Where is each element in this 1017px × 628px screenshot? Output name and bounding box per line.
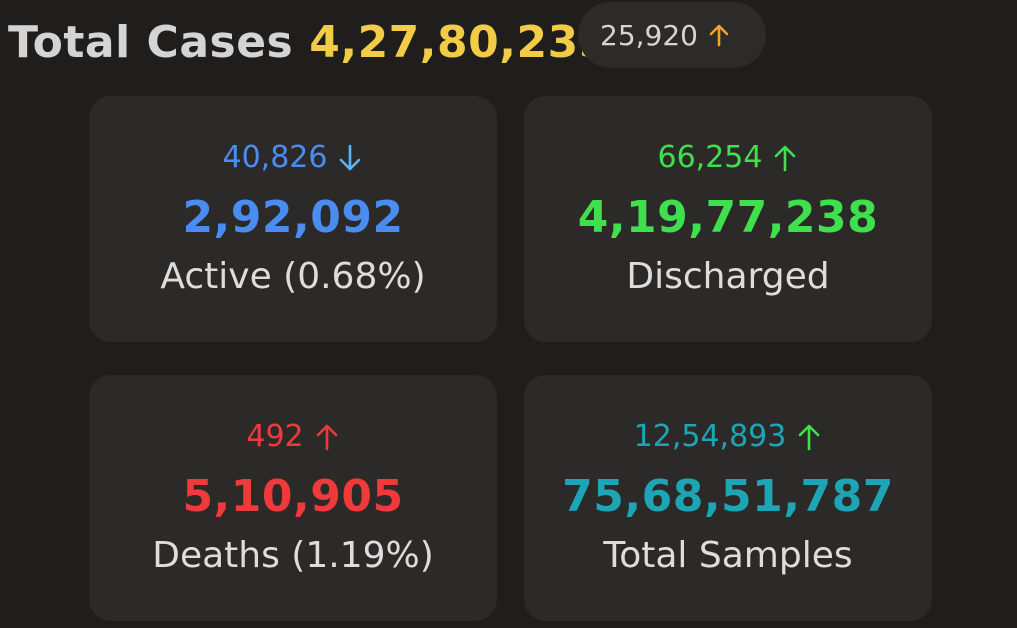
deaths-change: 492 bbox=[246, 419, 304, 454]
samples-value: 75,68,51,787 bbox=[562, 471, 894, 522]
total-cases-delta-badge: 25,920 bbox=[578, 2, 766, 68]
total-cases-label: Total Cases bbox=[8, 16, 294, 68]
samples-change: 12,54,893 bbox=[633, 419, 787, 454]
active-value: 2,92,092 bbox=[182, 192, 404, 243]
samples-change-row: 12,54,893 bbox=[524, 419, 932, 454]
discharged-card[interactable]: 66,254 4,19,77,238 Discharged bbox=[524, 96, 932, 342]
active-change-row: 40,826 bbox=[89, 140, 497, 175]
discharged-change: 66,254 bbox=[657, 140, 763, 175]
deaths-card[interactable]: 492 5,10,905 Deaths (1.19%) bbox=[89, 375, 497, 621]
active-card[interactable]: 40,826 2,92,092 Active (0.68%) bbox=[89, 96, 497, 342]
arrow-down-icon bbox=[337, 144, 363, 172]
total-cases-header: Total Cases 4,27,80,235 bbox=[8, 14, 610, 70]
arrow-up-icon bbox=[796, 423, 822, 451]
discharged-label: Discharged bbox=[626, 256, 830, 297]
deaths-label: Deaths (1.19%) bbox=[152, 535, 434, 576]
active-change: 40,826 bbox=[222, 140, 328, 175]
total-samples-card[interactable]: 12,54,893 75,68,51,787 Total Samples bbox=[524, 375, 932, 621]
arrow-up-icon bbox=[708, 23, 730, 47]
total-cases-value: 4,27,80,235 bbox=[309, 16, 610, 68]
total-cases-delta: 25,920 bbox=[600, 18, 698, 52]
active-label: Active (0.68%) bbox=[160, 256, 426, 297]
deaths-value: 5,10,905 bbox=[182, 471, 404, 522]
discharged-change-row: 66,254 bbox=[524, 140, 932, 175]
arrow-up-icon bbox=[314, 423, 340, 451]
covid-dashboard: Total Cases 4,27,80,235 25,920 40,826 2,… bbox=[0, 0, 1017, 628]
arrow-up-icon bbox=[772, 144, 798, 172]
samples-label: Total Samples bbox=[603, 535, 853, 576]
discharged-value: 4,19,77,238 bbox=[577, 192, 879, 243]
deaths-change-row: 492 bbox=[89, 419, 497, 454]
